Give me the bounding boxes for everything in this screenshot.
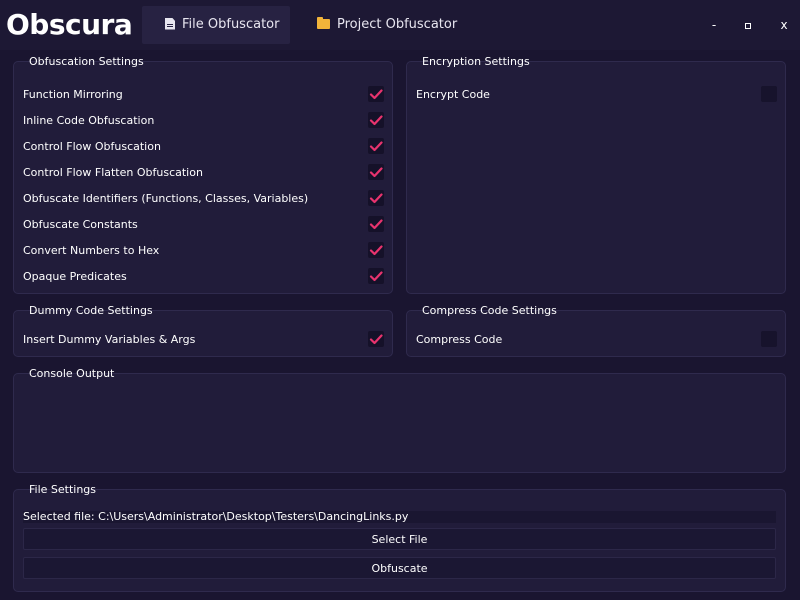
option-label: Control Flow Obfuscation	[23, 140, 161, 153]
checkmark-icon	[369, 167, 383, 178]
close-button[interactable]: x	[774, 14, 794, 36]
selected-file-label: Selected file: C:\Users\Administrator\De…	[23, 510, 409, 523]
compress-code-settings-group: Compress Code Settings Compress Code	[406, 304, 786, 357]
obfuscate-constants-checkbox[interactable]	[368, 216, 384, 232]
option-insert-dummy: Insert Dummy Variables & Args	[23, 330, 384, 350]
folder-icon	[317, 16, 330, 29]
group-title: Dummy Code Settings	[29, 304, 153, 317]
numbers-to-hex-checkbox[interactable]	[368, 242, 384, 258]
option-label: Compress Code	[416, 333, 503, 346]
tab-label: File Obfuscator	[182, 17, 280, 32]
checkmark-icon	[369, 193, 383, 204]
option-label: Insert Dummy Variables & Args	[23, 333, 196, 346]
option-label: Inline Code Obfuscation	[23, 114, 155, 127]
maximize-icon	[745, 22, 751, 29]
checkmark-icon	[369, 271, 383, 282]
dummy-code-settings-group: Dummy Code Settings Insert Dummy Variabl…	[13, 304, 393, 357]
option-label: Control Flow Flatten Obfuscation	[23, 166, 203, 179]
group-title: Compress Code Settings	[422, 304, 557, 317]
option-label: Obfuscate Constants	[23, 218, 138, 231]
option-numbers-to-hex: Convert Numbers to Hex	[23, 241, 384, 261]
option-control-flow: Control Flow Obfuscation	[23, 137, 384, 157]
insert-dummy-checkbox[interactable]	[368, 331, 384, 347]
console-output-group: Console Output	[13, 367, 786, 473]
tab-file-obfuscator[interactable]: File Obfuscator	[142, 6, 290, 44]
select-file-button[interactable]: Select File	[23, 528, 776, 550]
tab-label: Project Obfuscator	[337, 17, 458, 32]
opaque-predicates-checkbox[interactable]	[368, 268, 384, 284]
option-control-flow-flatten: Control Flow Flatten Obfuscation	[23, 163, 384, 183]
inline-code-checkbox[interactable]	[368, 112, 384, 128]
group-title: File Settings	[29, 483, 97, 496]
option-inline-code: Inline Code Obfuscation	[23, 111, 384, 131]
option-function-mirroring: Function Mirroring	[23, 85, 384, 105]
maximize-button[interactable]	[738, 14, 758, 36]
option-label: Opaque Predicates	[23, 270, 127, 283]
file-settings-group: File Settings Selected file: C:\Users\Ad…	[13, 483, 786, 592]
group-title: Encryption Settings	[422, 55, 530, 68]
app-title: Obscura	[6, 8, 133, 41]
compress-code-checkbox[interactable]	[761, 331, 777, 347]
option-obfuscate-identifiers: Obfuscate Identifiers (Functions, Classe…	[23, 189, 384, 209]
minimize-button[interactable]: -	[704, 14, 724, 36]
option-opaque-predicates: Opaque Predicates	[23, 267, 384, 287]
control-flow-checkbox[interactable]	[368, 138, 384, 154]
encrypt-code-checkbox[interactable]	[761, 86, 777, 102]
checkmark-icon	[369, 245, 383, 256]
option-encrypt-code: Encrypt Code	[416, 85, 777, 105]
encryption-settings-group: Encryption Settings Encrypt Code	[406, 55, 786, 294]
option-label: Convert Numbers to Hex	[23, 244, 160, 257]
option-obfuscate-constants: Obfuscate Constants	[23, 215, 384, 235]
checkmark-icon	[369, 115, 383, 126]
group-title: Obfuscation Settings	[29, 55, 144, 68]
checkmark-icon	[369, 89, 383, 100]
obfuscation-settings-group: Obfuscation Settings Function Mirroring …	[13, 55, 393, 294]
file-icon	[165, 17, 175, 30]
option-label: Encrypt Code	[416, 88, 490, 101]
control-flow-flatten-checkbox[interactable]	[368, 164, 384, 180]
checkmark-icon	[369, 219, 383, 230]
option-label: Obfuscate Identifiers (Functions, Classe…	[23, 192, 309, 205]
group-title: Console Output	[29, 367, 115, 380]
title-bar: Obscura File Obfuscator Project Obfuscat…	[0, 0, 800, 50]
option-label: Function Mirroring	[23, 88, 123, 101]
selected-file-row: Selected file: C:\Users\Administrator\De…	[23, 511, 776, 523]
tab-project-obfuscator[interactable]: Project Obfuscator	[296, 6, 466, 44]
checkmark-icon	[369, 141, 383, 152]
obfuscate-button[interactable]: Obfuscate	[23, 557, 776, 579]
function-mirroring-checkbox[interactable]	[368, 86, 384, 102]
console-output-text[interactable]	[23, 390, 776, 466]
option-compress-code: Compress Code	[416, 330, 777, 350]
checkmark-icon	[369, 334, 383, 345]
obfuscate-identifiers-checkbox[interactable]	[368, 190, 384, 206]
